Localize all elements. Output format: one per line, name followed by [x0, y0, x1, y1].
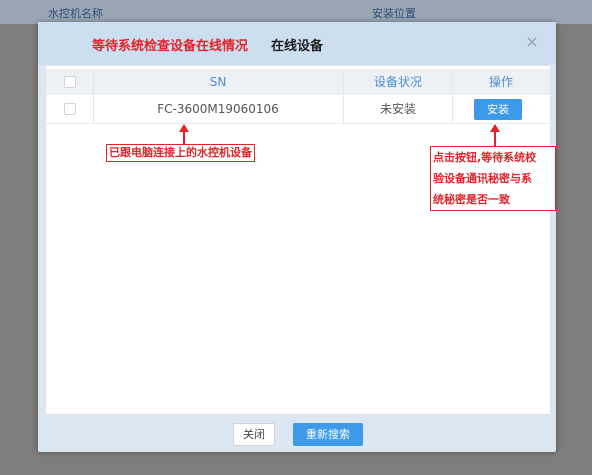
- annotation-line: 统秘密是否一致: [433, 193, 510, 206]
- annotation-arrow-icon: [179, 124, 189, 144]
- row-status: 未安装: [379, 102, 416, 116]
- row-checkbox[interactable]: [64, 103, 76, 115]
- table-row: FC-3600M19060106 未安装 安装: [46, 95, 550, 124]
- dialog-title: 在线设备: [271, 39, 324, 54]
- header-operation: 操作: [488, 75, 513, 89]
- background-column-location: 安装位置: [372, 7, 416, 20]
- header-sn: SN: [209, 75, 227, 89]
- background-column-name: 水控机名称: [48, 7, 103, 20]
- background-table-header: 水控机名称 安装位置: [0, 0, 592, 24]
- row-sn: FC-3600M19060106: [157, 102, 279, 116]
- table-header: SN 设备状况 操作: [46, 69, 550, 95]
- close-button[interactable]: 关闭: [233, 423, 275, 446]
- annotation-device-note: 已跟电脑连接上的水控机设备: [106, 144, 255, 162]
- annotation-title: 等待系统检查设备在线情况: [92, 39, 249, 54]
- close-icon[interactable]: ×: [524, 33, 540, 51]
- refresh-search-button[interactable]: 重新搜索: [293, 423, 363, 446]
- select-all-checkbox[interactable]: [64, 76, 76, 88]
- online-devices-dialog: 等待系统检查设备在线情况 在线设备 × SN 设备状况 操作 FC-3600M1…: [38, 22, 556, 452]
- annotation-install-note: 点击按钮,等待系统校 验设备通讯秘密与系 统秘密是否一致: [430, 146, 556, 211]
- device-table-panel: SN 设备状况 操作 FC-3600M19060106 未安装 安装 已跟电脑连…: [45, 65, 556, 415]
- header-status: 设备状况: [373, 75, 422, 89]
- annotation-line: 点击按钮,等待系统校: [433, 151, 537, 164]
- dialog-header: 等待系统检查设备在线情况 在线设备 ×: [38, 22, 556, 65]
- install-button[interactable]: 安装: [474, 99, 522, 120]
- annotation-arrow-icon: [490, 124, 500, 146]
- annotation-line: 验设备通讯秘密与系: [433, 172, 532, 185]
